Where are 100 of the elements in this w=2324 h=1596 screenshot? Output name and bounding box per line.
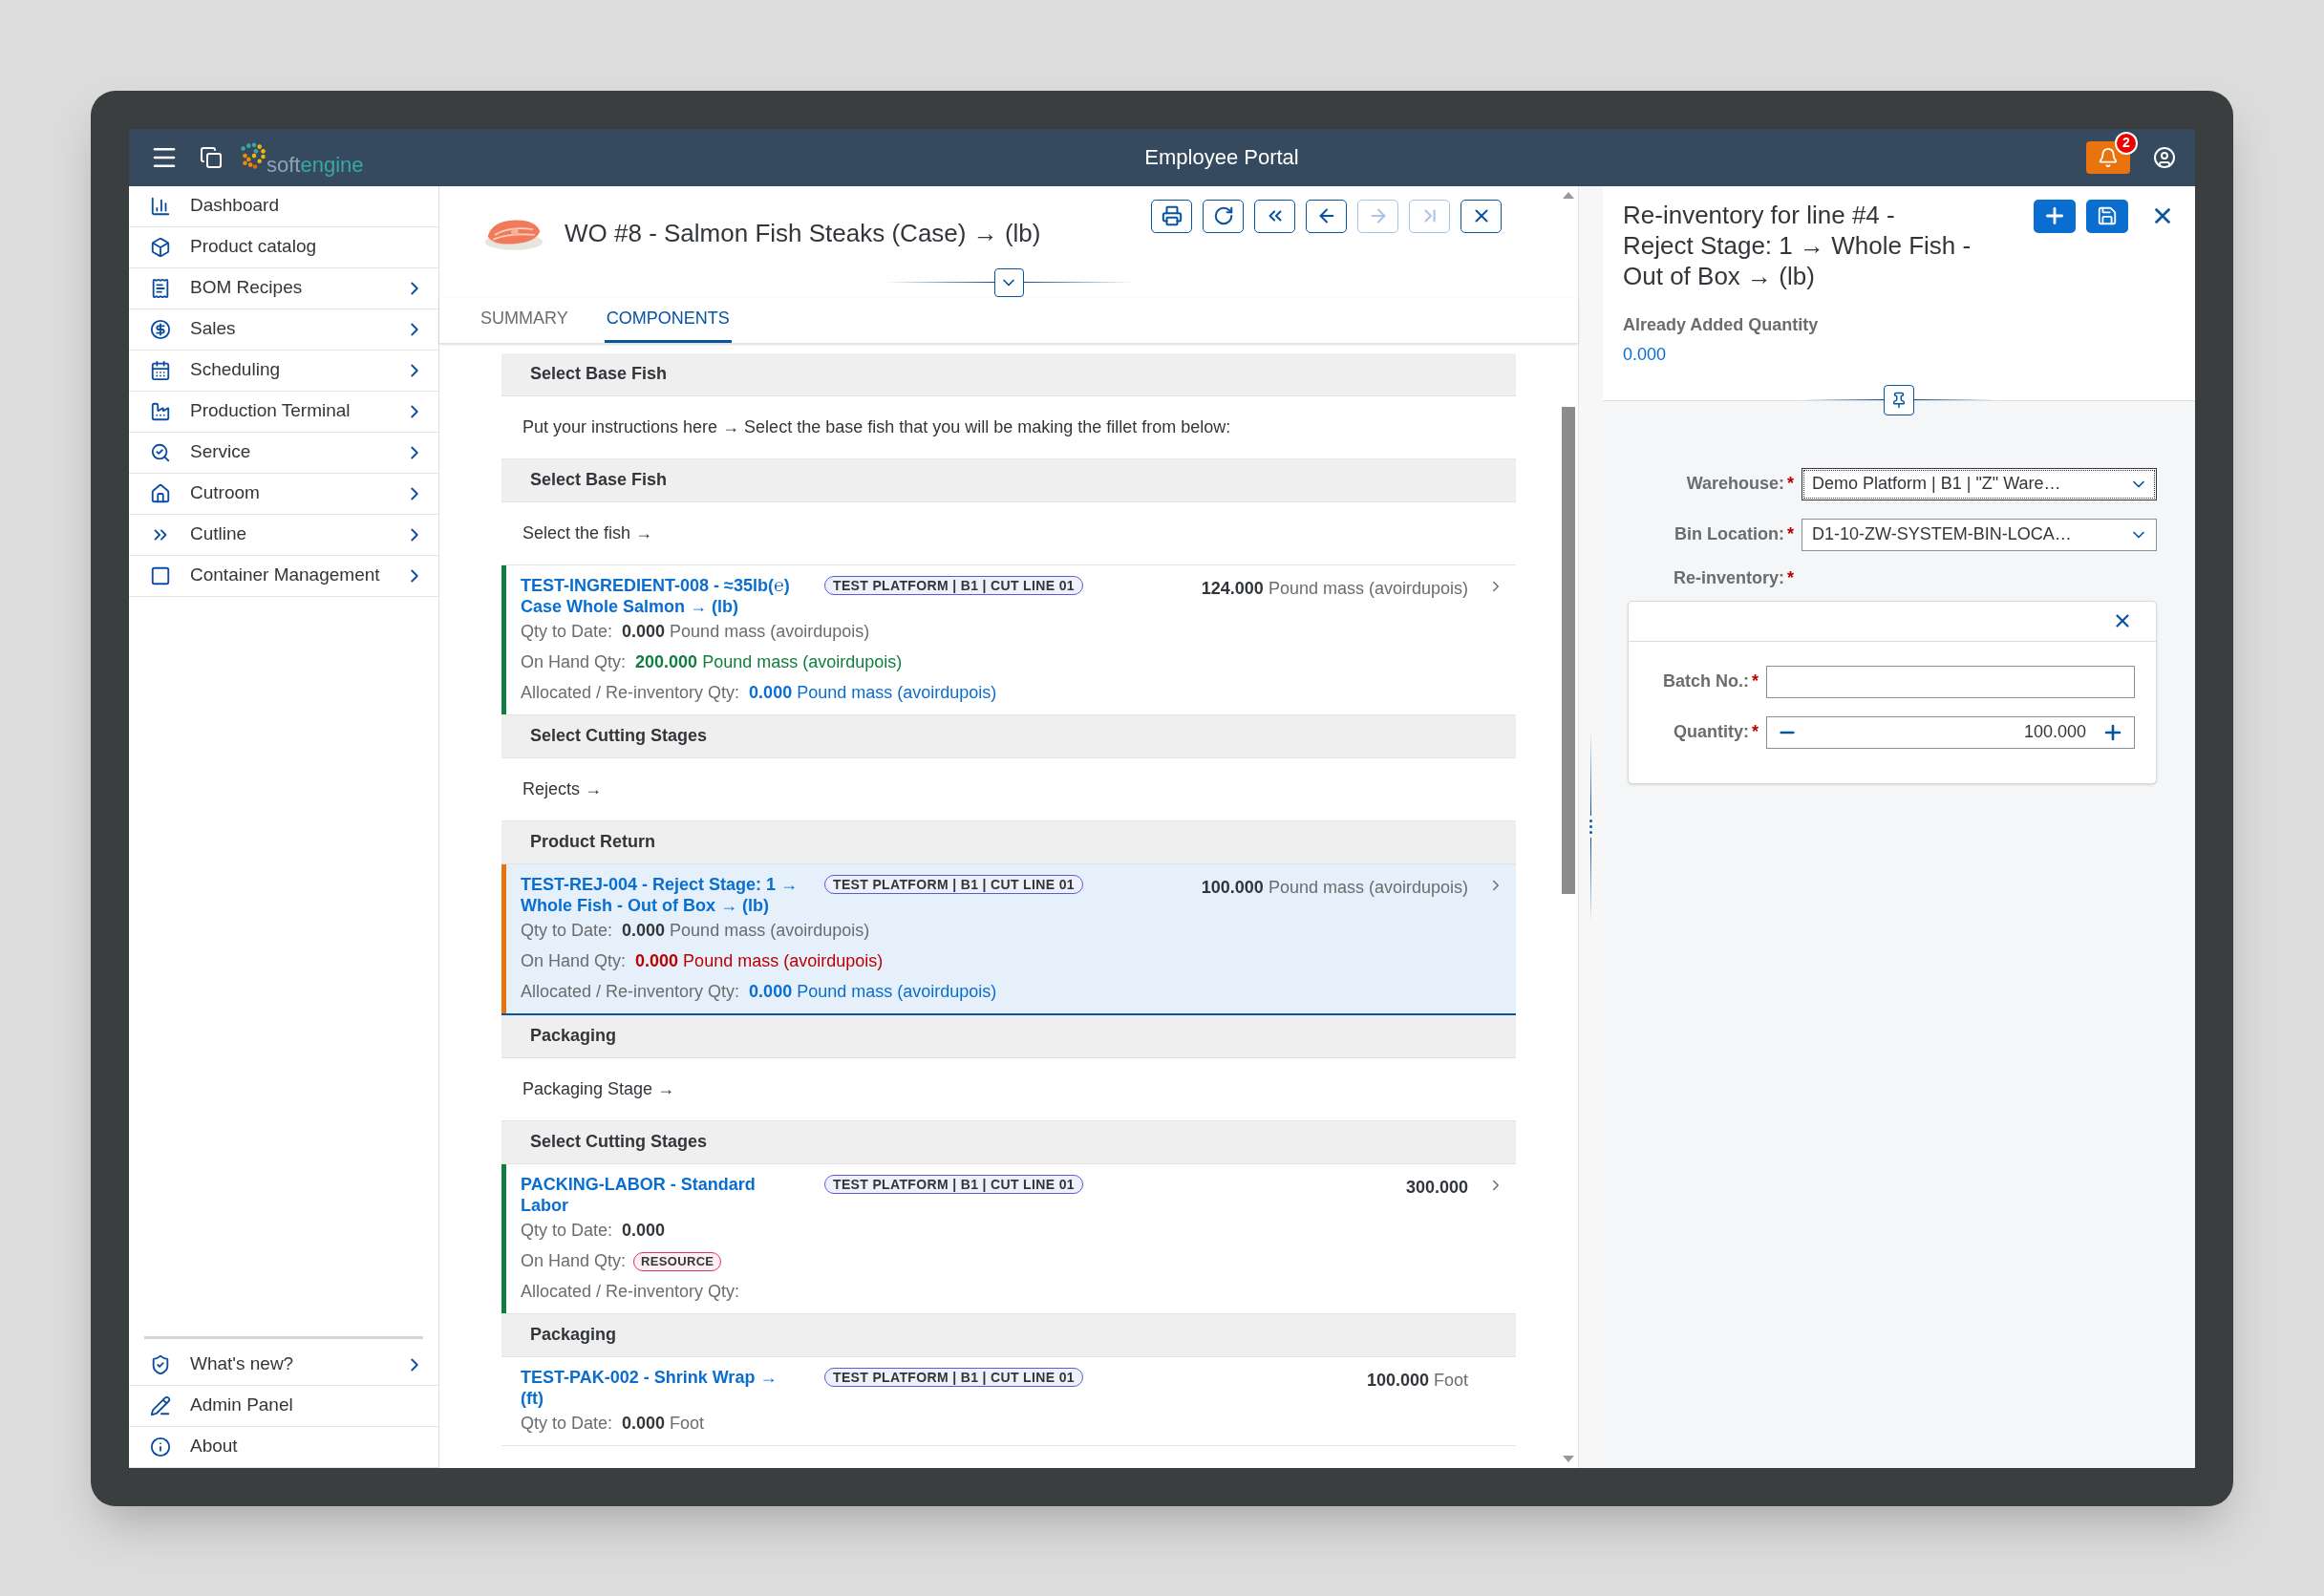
section-header: Select Cutting Stages <box>501 714 1516 758</box>
required-asterisk: * <box>1787 474 1794 493</box>
refresh-icon <box>1212 205 1234 226</box>
detail-label: On Hand Qty: <box>521 950 627 972</box>
location-tag: TEST PLATFORM | B1 | CUT LINE 01 <box>824 1367 1083 1387</box>
toolbar-button[interactable] <box>1254 199 1295 233</box>
detail-label: Allocated / Re-inventory Qty: <box>521 1281 740 1303</box>
app-title: Employee Portal <box>1143 144 1300 171</box>
quantity-text: 300.000 <box>1405 1176 1468 1199</box>
component-title[interactable]: PACKING-LABOR - Standard Labor <box>521 1173 803 1216</box>
required-asterisk: * <box>1787 524 1794 543</box>
detail-value: 0.000 Pound mass (avoirdupois) <box>635 950 884 972</box>
required-asterisk: * <box>1752 722 1759 741</box>
sidebar-item[interactable]: Cutline <box>129 514 438 556</box>
sidebar-item[interactable]: Container Management <box>129 555 438 597</box>
required-asterisk: * <box>1787 567 1794 587</box>
detail-label: On Hand Qty: <box>521 1250 627 1272</box>
magnifier-icon <box>150 441 171 463</box>
detail-value: 0.000 Pound mass (avoirdupois) <box>749 682 997 704</box>
component-title[interactable]: TEST-REJ-004 - Reject Stage: 1 → Whole Fish - Out of Box → (lb) <box>521 873 803 916</box>
section-header: Select Base Fish <box>501 352 1516 396</box>
sidebar-item[interactable]: BOM Recipes <box>129 267 438 309</box>
detail-value: 0.000 Pound mass (avoirdupois) <box>622 621 870 643</box>
chart-icon <box>150 195 171 217</box>
toolbar-button[interactable] <box>1306 199 1347 233</box>
save-icon <box>2097 205 2118 226</box>
detail-value: 200.000 Pound mass (avoirdupois) <box>635 651 903 673</box>
pin-button[interactable] <box>1884 384 1914 415</box>
component-title[interactable]: TEST-INGREDIENT-008 - ≈35lb(℮) Case Whole Salmon → (lb) <box>521 574 803 617</box>
sidebar-item[interactable]: Production Terminal <box>129 391 438 433</box>
info-icon <box>150 1436 171 1458</box>
bell-icon <box>2098 146 2119 168</box>
toolbar-button[interactable] <box>1203 199 1244 233</box>
notification-count: 2 <box>2115 131 2138 155</box>
dropdown-field[interactable]: D1-10-ZW-SYSTEM-BIN-LOCA… <box>1802 518 2157 551</box>
panel-title: Re-inventory for line #4 - Reject Stage: 1 → Whole Fish - Out of Box → (lb) <box>1623 199 1972 291</box>
detail-value: 0.000 Pound mass (avoirdupois) <box>749 981 997 1003</box>
dollar-icon <box>150 318 171 340</box>
quantity-text: 100.000 Pound mass (avoirdupois) <box>1201 876 1468 899</box>
field-label: Quantity: * <box>1673 721 1759 743</box>
windows-icon[interactable] <box>200 145 223 169</box>
shield-icon <box>150 1353 171 1375</box>
detail-label: Qty to Date: <box>521 1220 613 1242</box>
toolbar-button[interactable] <box>1151 199 1192 233</box>
sidebar-item[interactable]: Product catalog <box>129 226 438 268</box>
save-button[interactable] <box>2086 199 2128 233</box>
location-tag: TEST PLATFORM | B1 | CUT LINE 01 <box>824 575 1083 595</box>
tab[interactable]: COMPONENTS <box>604 297 732 343</box>
detail-label: Qty to Date: <box>521 621 613 643</box>
required-asterisk: * <box>1752 671 1759 691</box>
sidebar-item[interactable]: Sales <box>129 309 438 351</box>
work-order-title: WO #8 - Salmon Fish Steaks (Case) → (lb) <box>565 217 1041 249</box>
section-header: Product Return <box>501 820 1516 864</box>
sidebar-item[interactable]: Cutroom <box>129 473 438 515</box>
location-tag: TEST PLATFORM | B1 | CUT LINE 01 <box>824 874 1083 894</box>
section-header: Select Cutting Stages <box>501 1120 1516 1164</box>
logo: softengine <box>236 138 364 176</box>
detail-label: Qty to Date: <box>521 1413 613 1435</box>
collapse-button[interactable] <box>993 267 1024 297</box>
detail-value: 0.000 Pound mass (avoirdupois) <box>622 920 870 942</box>
house-icon <box>150 482 171 504</box>
factory-icon <box>150 400 171 422</box>
detail-label: On Hand Qty: <box>521 651 627 673</box>
detail-label: Allocated / Re-inventory Qty: <box>521 981 740 1003</box>
field-label: Already Added Quantity <box>1623 313 1820 336</box>
toolbar-button[interactable] <box>1460 199 1502 233</box>
tab[interactable]: SUMMARY <box>480 297 568 343</box>
detail-value: 0.000 Foot <box>622 1413 705 1435</box>
field-label: Batch No.: * <box>1662 670 1759 692</box>
sidebar-item[interactable]: What's new? <box>129 1344 438 1386</box>
pencil-icon <box>150 1394 171 1416</box>
detail-label: Qty to Date: <box>521 920 613 942</box>
location-tag: TEST PLATFORM | B1 | CUT LINE 01 <box>824 1174 1083 1194</box>
quantity-text: 124.000 Pound mass (avoirdupois) <box>1201 577 1468 600</box>
calendar-icon <box>150 359 171 381</box>
component-title[interactable]: TEST-PAK-002 - Shrink Wrap → (ft) <box>521 1366 803 1409</box>
sidebar-item[interactable]: Dashboard <box>129 185 438 227</box>
component-row[interactable]: PACKING-LABOR - Standard Labor TEST PLATFORM | B1 | CUT LINE 01 300.000 Qty to Date: 0.000 On Hand Qty: RESOURCE Allocated / Re-inventory Qty: <box>501 1163 1516 1314</box>
quantity-stepper[interactable]: 100.000 <box>1766 715 2135 749</box>
receipt-icon <box>150 277 171 299</box>
dropdown-field[interactable]: Demo Platform | B1 | "Z" Ware… <box>1802 467 2157 500</box>
section-header: Packaging <box>501 1313 1516 1357</box>
sidebar-item[interactable]: Admin Panel <box>129 1385 438 1427</box>
user-icon[interactable] <box>2153 145 2176 169</box>
pin-icon <box>1890 391 1908 409</box>
sidebar-item[interactable]: Service <box>129 432 438 474</box>
section-header: Packaging <box>501 1014 1516 1058</box>
component-row[interactable] <box>501 863 1516 1015</box>
field-label: Re-inventory: * <box>1672 566 1794 589</box>
sidebar-item[interactable]: Scheduling <box>129 350 438 392</box>
field-value: 0.000 <box>1623 343 1668 366</box>
resource-tag: RESOURCE <box>633 1251 722 1271</box>
print-icon <box>1161 205 1183 226</box>
add-button[interactable] <box>2034 199 2076 233</box>
quantity-text: 100.000 Foot <box>1366 1369 1468 1392</box>
field-label: Warehouse: * <box>1685 473 1794 495</box>
square-icon <box>150 564 171 586</box>
sidebar-item[interactable]: About <box>129 1426 438 1468</box>
field-label: Bin Location: * <box>1674 523 1794 545</box>
batch-field[interactable] <box>1766 665 2135 698</box>
